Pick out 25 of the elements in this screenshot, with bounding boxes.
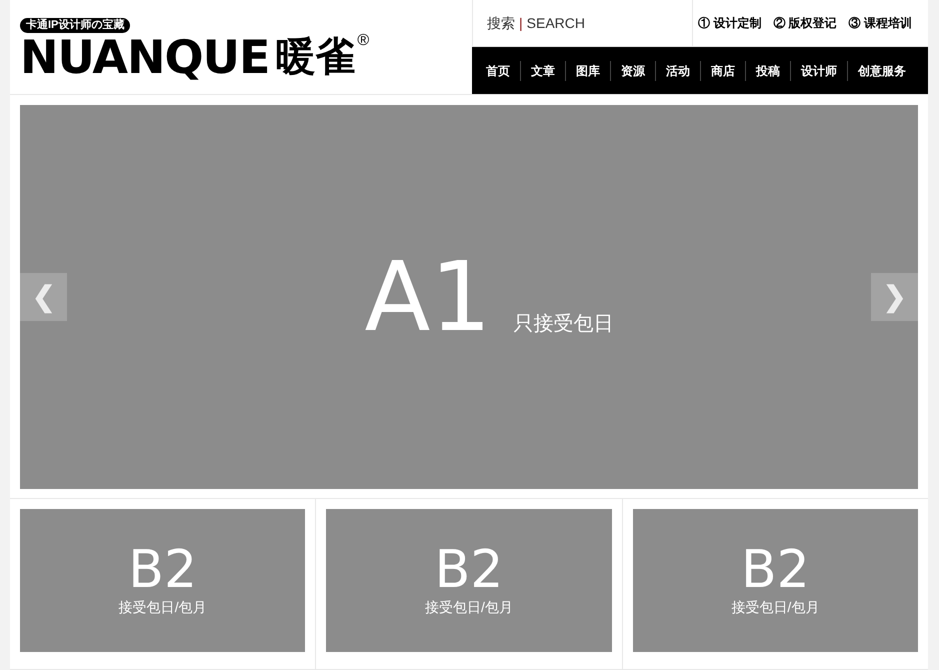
- logo-chinese: 暖雀: [275, 34, 356, 81]
- ad-subtitle: 接受包日/包月: [731, 598, 820, 618]
- banner-subtitle: 只接受包日: [513, 312, 614, 338]
- logo-tagline: 卡通IP设计师の宝藏: [20, 18, 130, 33]
- ad-subtitle: 接受包日/包月: [118, 598, 207, 618]
- registered-mark: ®: [357, 32, 370, 49]
- nav-link[interactable]: 资源: [611, 62, 655, 80]
- nav-link[interactable]: 投稿: [746, 62, 790, 80]
- top-link[interactable]: ③ 课程培训: [848, 14, 912, 32]
- nav-link[interactable]: 首页: [476, 62, 520, 80]
- logo-wordmark: NUANQUE: [20, 32, 270, 81]
- ad-title: B2: [128, 543, 198, 598]
- nav-link[interactable]: 活动: [656, 62, 700, 80]
- nav-link[interactable]: 商店: [701, 62, 745, 80]
- nav-link[interactable]: 文章: [521, 62, 565, 80]
- search-field[interactable]: 搜索 | SEARCH: [472, 0, 693, 46]
- ad-title: B2: [740, 543, 810, 598]
- nav-link[interactable]: 图库: [566, 62, 610, 80]
- nav-link[interactable]: 创意服务: [848, 62, 916, 80]
- ad-subtitle: 接受包日/包月: [425, 598, 513, 618]
- nav-link[interactable]: 设计师: [791, 62, 847, 80]
- ad-title: B2: [434, 543, 504, 598]
- banner-title: A1: [364, 249, 492, 346]
- top-link[interactable]: ② 版权登记: [773, 14, 837, 32]
- top-link[interactable]: ① 设计定制: [698, 14, 762, 32]
